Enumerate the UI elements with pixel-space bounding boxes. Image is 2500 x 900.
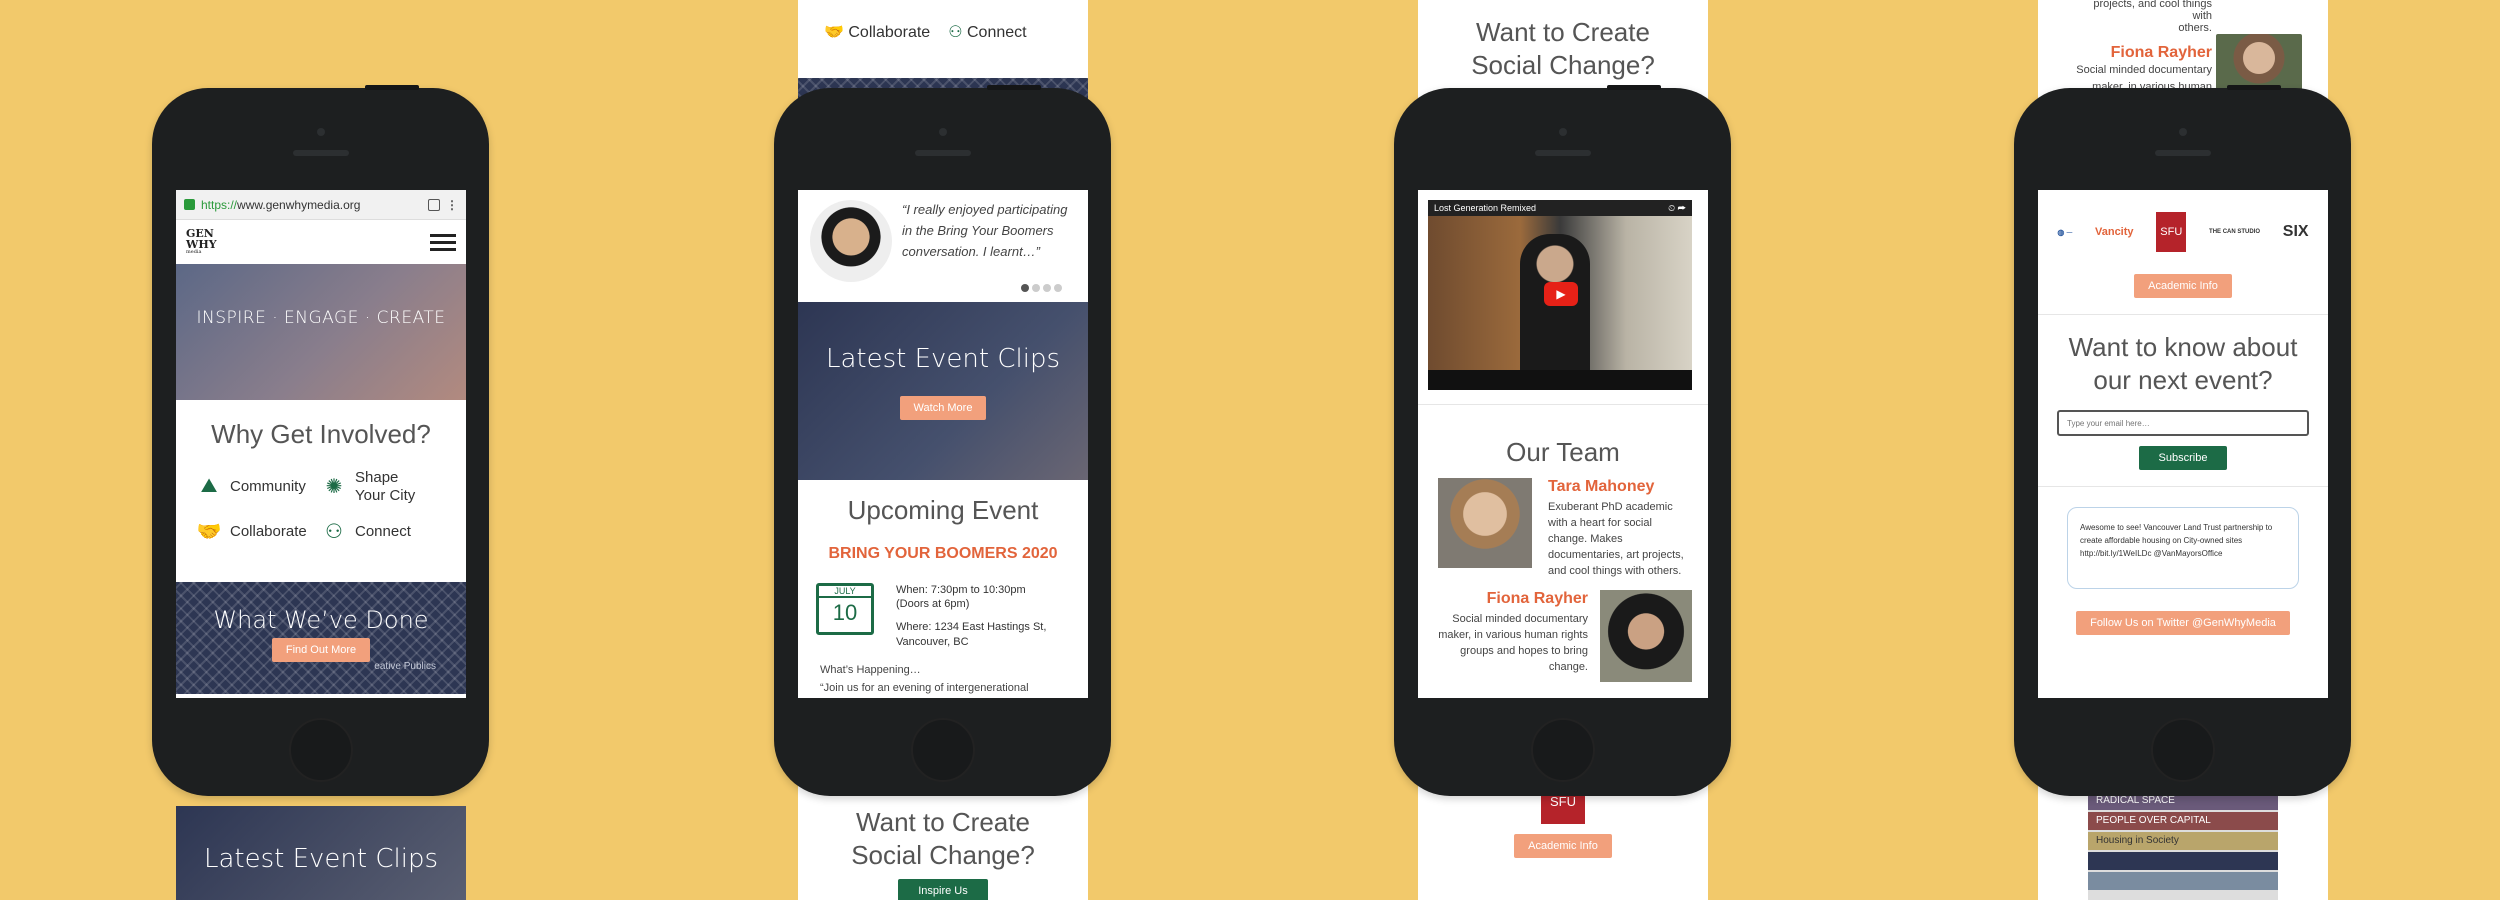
- why-section: Why Get Involved? ⛰ Community ✺ Shape Your…: [176, 400, 466, 545]
- academic-info-button[interactable]: Academic Info: [2134, 274, 2232, 298]
- academic-info-button-lower[interactable]: Academic Info: [1514, 834, 1612, 858]
- connect-icon: ⚇: [325, 521, 343, 543]
- community-item: ⛰ Community: [196, 469, 321, 505]
- what-done-title: What We’ve Done: [213, 606, 429, 634]
- hamburger-menu-icon[interactable]: [430, 230, 456, 255]
- screen-4: ◍ ─ Vancity SFU THE CAN STUDIO SIX Acade…: [2038, 190, 2328, 698]
- phone-2: “I really enjoyed participating in the B…: [774, 85, 1111, 796]
- sfu-logo: SFU: [2156, 212, 2187, 252]
- subscribe-button[interactable]: Subscribe: [2138, 446, 2228, 470]
- home-button[interactable]: [910, 718, 975, 782]
- change-strip: Want to Create Social Change? Inspire Us: [798, 806, 1088, 900]
- phone-3: Lost Generation Remixed ⏲ ➦ ▶ Our Team Ta…: [1394, 85, 1731, 796]
- testimonial-avatar: [810, 200, 892, 282]
- email-field[interactable]: [2057, 410, 2309, 436]
- event-desc: “Join us for an evening of intergenerati…: [820, 681, 1029, 694]
- collaborate-item: 🤝 Collaborate: [824, 24, 931, 41]
- lock-icon: [184, 199, 195, 210]
- collaborate-item: 🤝 Collaborate: [196, 519, 321, 545]
- phone-4: ◍ ─ Vancity SFU THE CAN STUDIO SIX Acade…: [2014, 85, 2351, 796]
- handshake-icon: 🤝: [824, 24, 844, 41]
- event-name: BRING YOUR BOOMERS 2020: [828, 544, 1058, 562]
- team-title: Our Team: [1506, 437, 1620, 467]
- change-title-top: Want to Create Social Change?: [1471, 17, 1655, 80]
- home-button[interactable]: [1530, 718, 1595, 782]
- home-button[interactable]: [2150, 718, 2215, 782]
- clips-title: Latest Event Clips: [203, 844, 438, 874]
- fiona-photo: [1600, 590, 1692, 682]
- carousel-dots[interactable]: [1021, 284, 1062, 292]
- connect-icon: ⚇: [948, 24, 963, 41]
- screen-3: Lost Generation Remixed ⏲ ➦ ▶ Our Team Ta…: [1418, 190, 1708, 698]
- connect-item: ⚇ Connect: [948, 24, 1027, 41]
- menu-dots-icon[interactable]: ⋮: [446, 198, 458, 212]
- upcoming-event-section: Upcoming Event BRING YOUR BOOMERS 2020 J…: [798, 480, 1088, 698]
- video-player[interactable]: Lost Generation Remixed ⏲ ➦ ▶: [1428, 200, 1692, 390]
- share-icon[interactable]: ⏲ ➦: [1668, 203, 1686, 213]
- hero-banner: INSPIRE · ENGAGE · CREATE: [176, 264, 466, 400]
- collaborate-icon: 🤝: [196, 521, 222, 543]
- testimonial-card: “I really enjoyed participating in the B…: [798, 190, 1088, 302]
- tweet-bubble: Awesome to see! Vancouver Land Trust par…: [2067, 507, 2299, 589]
- screen-1: https://www.genwhymedia.org ⋮ GEN WHY medi…: [176, 190, 466, 698]
- calendar-icon: JULY 10: [816, 582, 874, 635]
- shape-city-item: ✺ Shape Your City: [321, 469, 446, 505]
- why-title: Why Get Involved?: [211, 419, 431, 449]
- site-header: GEN WHY media: [176, 220, 466, 264]
- inspire-us-button[interactable]: Inspire Us: [898, 879, 988, 900]
- upcoming-title: Upcoming Event: [847, 495, 1039, 525]
- what-done-section: What We’ve Done Find Out More eative Pub…: [176, 582, 466, 694]
- creative-publics-caption: eative Publics: [374, 661, 436, 672]
- url-field[interactable]: https://www.genwhymedia.org: [201, 198, 422, 212]
- books-image: RADICAL SPACE PEOPLE OVER CAPITAL Housin…: [2088, 790, 2278, 900]
- team-member-fiona: Fiona Rayher Social minded documentary m…: [1438, 590, 1692, 682]
- play-icon[interactable]: ▶: [1544, 282, 1578, 306]
- team-partial: projects, and cool things with others. F…: [2072, 0, 2302, 95]
- six-logo: SIX: [2282, 223, 2309, 240]
- find-out-more-button[interactable]: Find Out More: [271, 638, 371, 662]
- newsletter-title: Want to know about our next event?: [2068, 332, 2298, 395]
- shape-city-icon: ✺: [325, 476, 343, 498]
- video-frame: ▶: [1428, 216, 1692, 370]
- connect-item: ⚇ Connect: [321, 519, 446, 545]
- home-button[interactable]: [288, 718, 353, 782]
- team-member-tara: Tara Mahoney Exuberant PhD academic with …: [1438, 478, 1692, 580]
- vancity-logo: Vancity: [2095, 226, 2134, 238]
- watch-more-button[interactable]: Watch More: [899, 396, 987, 420]
- tara-photo: [1438, 478, 1532, 568]
- follow-twitter-button[interactable]: Follow Us on Twitter @GenWhyMedia: [2076, 611, 2290, 635]
- can-studio-logo: THE CAN STUDIO: [2209, 229, 2261, 235]
- event-clips-strip: Latest Event Clips: [176, 806, 466, 900]
- partner-logos: ◍ ─ Vancity SFU THE CAN STUDIO SIX: [2038, 190, 2328, 252]
- video-title: Lost Generation Remixed: [1434, 203, 1537, 213]
- logo[interactable]: GEN WHY media: [186, 228, 217, 255]
- partner-logo-1: ◍ ─: [2057, 227, 2073, 237]
- clips-title-main: Latest Event Clips: [825, 344, 1060, 374]
- hero-tagline: INSPIRE · ENGAGE · CREATE: [196, 308, 446, 328]
- event-happening: What’s Happening…: [820, 663, 921, 676]
- phone-1: https://www.genwhymedia.org ⋮ GEN WHY medi…: [152, 85, 489, 796]
- change-title: Want to Create Social Change?: [851, 807, 1035, 870]
- testimonial-quote: “I really enjoyed participating in the B…: [902, 202, 1068, 259]
- tabs-icon[interactable]: [428, 198, 440, 211]
- community-icon: ⛰: [200, 475, 218, 497]
- browser-bar: https://www.genwhymedia.org ⋮: [176, 190, 466, 220]
- screen-2: “I really enjoyed participating in the B…: [798, 190, 1088, 698]
- event-clips-section: Latest Event Clips Watch More: [798, 302, 1088, 480]
